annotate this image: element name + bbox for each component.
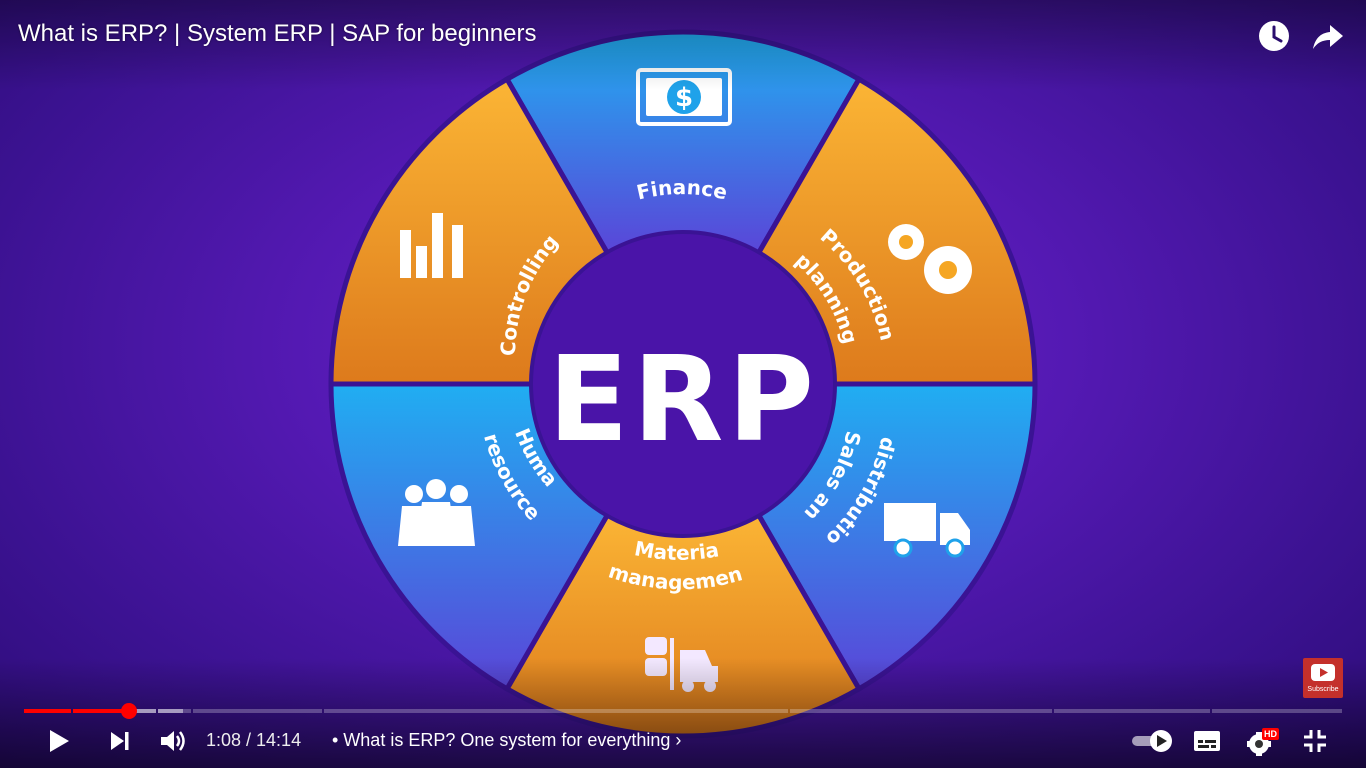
settings-button[interactable]: HD	[1240, 720, 1282, 762]
buffered-fill	[157, 709, 183, 713]
youtube-logo-icon	[1311, 664, 1335, 681]
chapter-title[interactable]: • What is ERP? One system for everything…	[332, 730, 681, 751]
people-icon	[398, 479, 475, 546]
autoplay-icon	[1132, 730, 1172, 752]
clock-icon	[1259, 21, 1289, 51]
watch-later-button[interactable]	[1254, 16, 1294, 56]
progress-bar[interactable]	[24, 703, 1342, 719]
chapter-segment[interactable]	[1212, 709, 1342, 713]
erp-wheel-diagram: ERP Controlling Finance Production plann…	[0, 0, 1038, 739]
share-arrow-icon	[1313, 25, 1343, 49]
subscribe-watermark[interactable]: Subscribe	[1303, 658, 1343, 698]
subscribe-label: Subscribe	[1307, 686, 1339, 693]
play-button[interactable]	[38, 720, 80, 762]
video-title[interactable]: What is ERP? | System ERP | SAP for begi…	[18, 20, 536, 48]
chapter-segment[interactable]	[790, 709, 1053, 713]
subtitles-button[interactable]	[1186, 720, 1228, 762]
hd-badge: HD	[1262, 728, 1279, 740]
played-fill	[24, 709, 72, 713]
autoplay-toggle[interactable]	[1128, 720, 1176, 762]
play-icon	[50, 730, 69, 752]
time-display: 1:08 / 14:14	[206, 730, 302, 750]
chapter-segment[interactable]	[193, 709, 322, 713]
mute-button[interactable]	[152, 720, 194, 762]
exit-fullscreen-icon	[1304, 730, 1326, 752]
chapter-segment[interactable]	[1054, 709, 1211, 713]
volume-icon	[161, 731, 185, 751]
video-player[interactable]: ERP Controlling Finance Production plann…	[0, 0, 1366, 768]
share-button[interactable]	[1308, 16, 1348, 56]
next-button[interactable]	[99, 720, 141, 762]
exit-fullscreen-button[interactable]	[1294, 720, 1336, 762]
skip-next-icon	[111, 732, 129, 750]
control-bar: 1:08 / 14:14 • What is ERP? One system f…	[0, 720, 1366, 762]
erp-center-label: ERP	[548, 330, 818, 468]
chapter-segment[interactable]	[323, 709, 789, 713]
chapter-segment[interactable]	[24, 709, 72, 713]
chapter-segment[interactable]	[73, 709, 156, 713]
chapter-segment[interactable]	[157, 709, 192, 713]
video-frame: ERP Controlling Finance Production plann…	[0, 0, 1038, 739]
captions-icon	[1194, 731, 1220, 751]
